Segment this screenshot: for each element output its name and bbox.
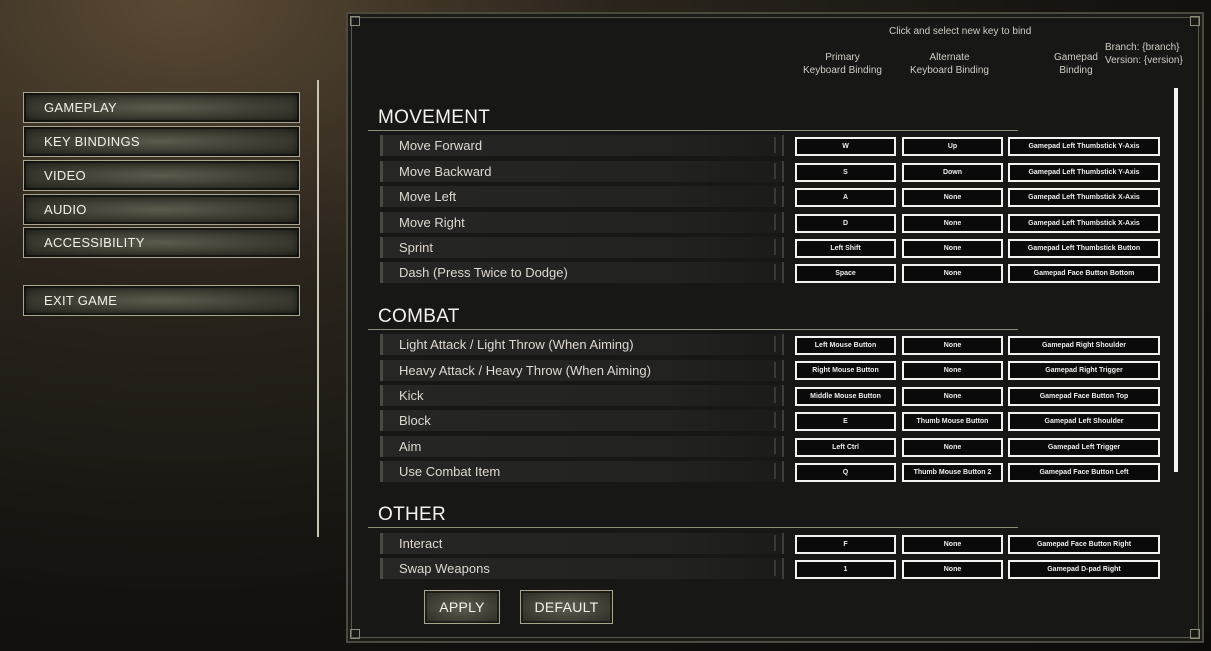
gamepad-binding-move-backward[interactable]: Gamepad Left Thumbstick Y-Axis	[1008, 163, 1160, 182]
alternate-binding-swap-weapons[interactable]: None	[902, 560, 1003, 579]
action-light-attack: Light Attack / Light Throw (When Aiming)	[380, 334, 784, 355]
gamepad-header-line1: Gamepad	[1054, 52, 1098, 63]
action-kick: Kick	[380, 385, 784, 406]
primary-binding-kick[interactable]: Middle Mouse Button	[795, 387, 896, 406]
primary-binding-sprint[interactable]: Left Shift	[795, 239, 896, 258]
alternate-binding-light-attack[interactable]: None	[902, 336, 1003, 355]
branch-text: Branch: {branch}	[1105, 42, 1180, 53]
panel-corner-ornament	[1190, 629, 1200, 639]
action-interact: Interact	[380, 533, 784, 554]
action-aim: Aim	[380, 436, 784, 457]
panel-corner-ornament	[350, 629, 360, 639]
primary-header-line2: Keyboard Binding	[803, 65, 882, 76]
gamepad-binding-sprint[interactable]: Gamepad Left Thumbstick Button	[1008, 239, 1160, 258]
alternate-binding-move-backward[interactable]: Down	[902, 163, 1003, 182]
panel-corner-ornament	[1190, 16, 1200, 26]
gamepad-binding-aim[interactable]: Gamepad Left Trigger	[1008, 438, 1160, 457]
action-dash: Dash (Press Twice to Dodge)	[380, 262, 784, 283]
action-block: Block	[380, 410, 784, 431]
gamepad-header-line2: Binding	[1059, 65, 1093, 76]
action-swap-weapons: Swap Weapons	[380, 558, 784, 579]
menu-gameplay-button[interactable]: GAMEPLAY	[23, 92, 300, 123]
alternate-column-header: Alternate Keyboard Binding	[902, 51, 997, 77]
primary-binding-swap-weapons[interactable]: 1	[795, 560, 896, 579]
section-movement-title: MOVEMENT	[368, 105, 1018, 131]
alternate-binding-move-forward[interactable]: Up	[902, 137, 1003, 156]
menu-accessibility-button[interactable]: ACCESSIBILITY	[23, 227, 300, 258]
action-move-right: Move Right	[380, 212, 784, 233]
gamepad-binding-light-attack[interactable]: Gamepad Right Shoulder	[1008, 336, 1160, 355]
primary-binding-move-forward[interactable]: W	[795, 137, 896, 156]
alternate-binding-move-right[interactable]: None	[902, 214, 1003, 233]
section-combat-title: COMBAT	[368, 304, 1018, 330]
alternate-binding-interact[interactable]: None	[902, 535, 1003, 554]
gamepad-binding-dash[interactable]: Gamepad Face Button Bottom	[1008, 264, 1160, 283]
alternate-binding-heavy-attack[interactable]: None	[902, 361, 1003, 380]
action-move-backward: Move Backward	[380, 161, 784, 182]
gamepad-binding-block[interactable]: Gamepad Left Shoulder	[1008, 412, 1160, 431]
primary-binding-move-right[interactable]: D	[795, 214, 896, 233]
primary-binding-move-backward[interactable]: S	[795, 163, 896, 182]
gamepad-binding-interact[interactable]: Gamepad Face Button Right	[1008, 535, 1160, 554]
bind-hint: Click and select new key to bind	[889, 26, 1032, 37]
menu-key-bindings-button[interactable]: KEY BINDINGS	[23, 126, 300, 157]
primary-binding-aim[interactable]: Left Ctrl	[795, 438, 896, 457]
primary-binding-use-combat-item[interactable]: Q	[795, 463, 896, 482]
primary-binding-move-left[interactable]: A	[795, 188, 896, 207]
bindings-scrollbar[interactable]	[1174, 88, 1178, 472]
alternate-binding-block[interactable]: Thumb Mouse Button	[902, 412, 1003, 431]
alternate-binding-use-combat-item[interactable]: Thumb Mouse Button 2	[902, 463, 1003, 482]
action-use-combat-item: Use Combat Item	[380, 461, 784, 482]
gamepad-binding-move-forward[interactable]: Gamepad Left Thumbstick Y-Axis	[1008, 137, 1160, 156]
gamepad-binding-swap-weapons[interactable]: Gamepad D-pad Right	[1008, 560, 1160, 579]
panel-corner-ornament	[350, 16, 360, 26]
gamepad-binding-move-left[interactable]: Gamepad Left Thumbstick X-Axis	[1008, 188, 1160, 207]
default-button[interactable]: DEFAULT	[520, 590, 613, 624]
gamepad-binding-use-combat-item[interactable]: Gamepad Face Button Left	[1008, 463, 1160, 482]
alternate-binding-dash[interactable]: None	[902, 264, 1003, 283]
build-info: Branch: {branch} Version: {version}	[1105, 41, 1183, 67]
alternate-header-line1: Alternate	[929, 52, 970, 63]
primary-binding-light-attack[interactable]: Left Mouse Button	[795, 336, 896, 355]
apply-button[interactable]: APPLY	[424, 590, 500, 624]
alternate-binding-sprint[interactable]: None	[902, 239, 1003, 258]
alternate-binding-aim[interactable]: None	[902, 438, 1003, 457]
action-heavy-attack: Heavy Attack / Heavy Throw (When Aiming)	[380, 360, 784, 381]
menu-divider	[317, 80, 319, 537]
primary-binding-block[interactable]: E	[795, 412, 896, 431]
alternate-binding-kick[interactable]: None	[902, 387, 1003, 406]
gamepad-binding-kick[interactable]: Gamepad Face Button Top	[1008, 387, 1160, 406]
gamepad-column-header: Gamepad Binding	[1046, 51, 1106, 77]
gamepad-binding-move-right[interactable]: Gamepad Left Thumbstick X-Axis	[1008, 214, 1160, 233]
primary-binding-heavy-attack[interactable]: Right Mouse Button	[795, 361, 896, 380]
primary-header-line1: Primary	[825, 52, 860, 63]
version-text: Version: {version}	[1105, 55, 1183, 66]
primary-binding-interact[interactable]: F	[795, 535, 896, 554]
primary-binding-dash[interactable]: Space	[795, 264, 896, 283]
menu-audio-button[interactable]: AUDIO	[23, 194, 300, 225]
section-other-title: OTHER	[368, 502, 1018, 528]
action-move-left: Move Left	[380, 186, 784, 207]
menu-video-button[interactable]: VIDEO	[23, 160, 300, 191]
gamepad-binding-heavy-attack[interactable]: Gamepad Right Trigger	[1008, 361, 1160, 380]
exit-game-button[interactable]: EXIT GAME	[23, 285, 300, 316]
primary-column-header: Primary Keyboard Binding	[795, 51, 890, 77]
alternate-header-line2: Keyboard Binding	[910, 65, 989, 76]
alternate-binding-move-left[interactable]: None	[902, 188, 1003, 207]
action-move-forward: Move Forward	[380, 135, 784, 156]
action-sprint: Sprint	[380, 237, 784, 258]
